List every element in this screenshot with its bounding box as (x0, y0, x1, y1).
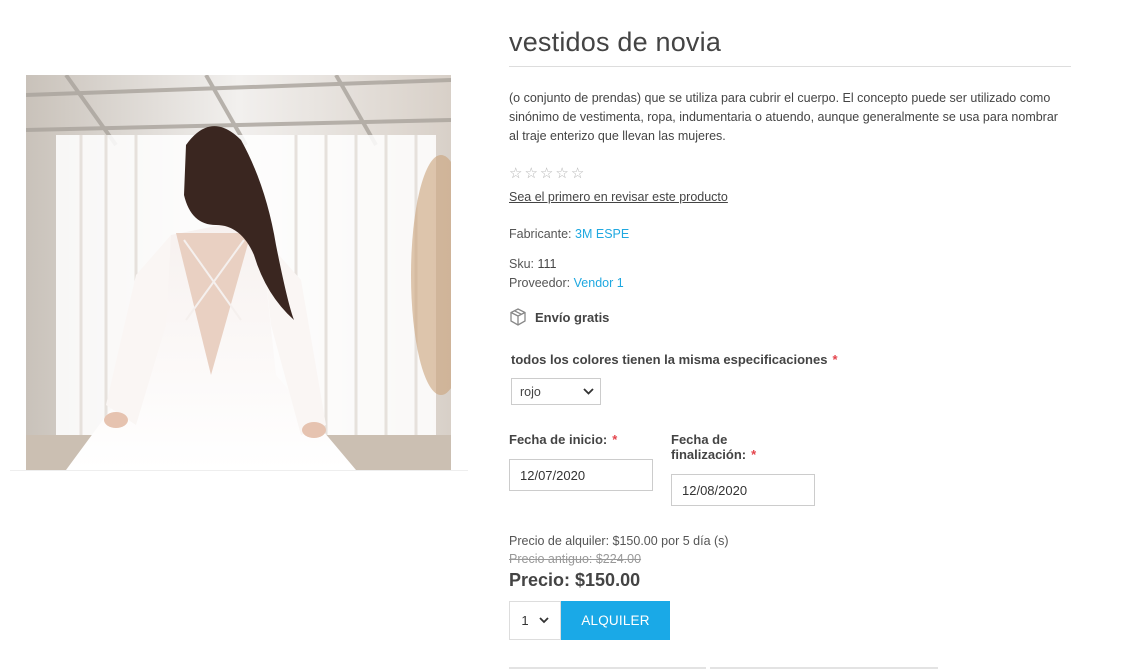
product-image[interactable] (26, 75, 451, 470)
manufacturer-row: Fabricante: 3M ESPE (509, 227, 1071, 241)
star-icon: ☆ (524, 165, 538, 182)
vendor-label: Proveedor: (509, 276, 571, 290)
rating-stars: ☆ ☆ ☆ ☆ ☆ (509, 166, 1071, 182)
free-shipping: Envío gratis (509, 308, 1071, 326)
color-select-value: rojo (520, 384, 541, 399)
quantity-select[interactable]: 1 (509, 601, 561, 640)
chevron-down-icon (583, 388, 594, 395)
manufacturer-link[interactable]: 3M ESPE (575, 227, 629, 241)
rental-price: Precio de alquiler: $150.00 por 5 día (s… (509, 534, 729, 548)
color-attribute-text: todos los colores tienen la misma especi… (511, 352, 828, 367)
product-image-container (10, 75, 468, 471)
star-icon: ☆ (555, 165, 569, 182)
product-price: Precio: $150.00 (509, 570, 641, 590)
required-mark: * (751, 447, 757, 462)
end-date-label: Fecha de finalización: * (671, 432, 815, 462)
color-attribute-label: todos los colores tienen la misma especi… (511, 352, 1071, 367)
sku-value: 111 (537, 257, 557, 271)
free-shipping-label: Envío gratis (535, 309, 610, 325)
star-icon: ☆ (570, 165, 585, 182)
star-icon: ☆ (539, 165, 554, 182)
product-title: vestidos de novia (509, 27, 722, 57)
package-icon (510, 308, 526, 326)
star-icon: ☆ (509, 165, 523, 182)
rental-dates: Fecha de inicio: * 12/07/2020 Fecha de fi… (509, 432, 1071, 506)
product-description: (o conjunto de prendas) que se utiliza p… (509, 91, 1058, 143)
vendor-row: Proveedor: Vendor 1 (509, 276, 1071, 290)
rent-button[interactable]: ALQUILER (561, 601, 670, 640)
start-date-group: Fecha de inicio: * 12/07/2020 (509, 432, 653, 506)
color-select[interactable]: rojo (511, 378, 601, 405)
title-divider (509, 66, 1071, 67)
required-mark: * (832, 352, 838, 367)
end-date-input[interactable]: 12/08/2020 (671, 474, 815, 506)
start-date-label: Fecha de inicio: * (509, 432, 653, 447)
start-date-label-text: Fecha de inicio: (509, 432, 608, 447)
chevron-down-icon (538, 617, 549, 624)
vendor-link[interactable]: Vendor 1 (574, 276, 624, 290)
end-date-label-text: Fecha de finalización: (671, 432, 747, 462)
required-mark: * (612, 432, 618, 447)
quantity-value: 1 (521, 613, 529, 628)
end-date-group: Fecha de finalización: * 12/08/2020 (671, 432, 815, 506)
old-price: Precio antiguo: $224.00 (509, 552, 642, 566)
start-date-input[interactable]: 12/07/2020 (509, 459, 653, 491)
manufacturer-label: Fabricante: (509, 227, 572, 241)
write-review-link[interactable]: Sea el primero en revisar este producto (509, 190, 728, 204)
sku-row: Sku: 111 (509, 257, 1071, 271)
wedding-dress-photo (26, 75, 451, 470)
add-to-cart-area: 1 ALQUILER (509, 601, 1071, 640)
product-info: vestidos de novia (o conjunto de prendas… (509, 0, 1071, 640)
sku-label: Sku: (509, 257, 535, 271)
